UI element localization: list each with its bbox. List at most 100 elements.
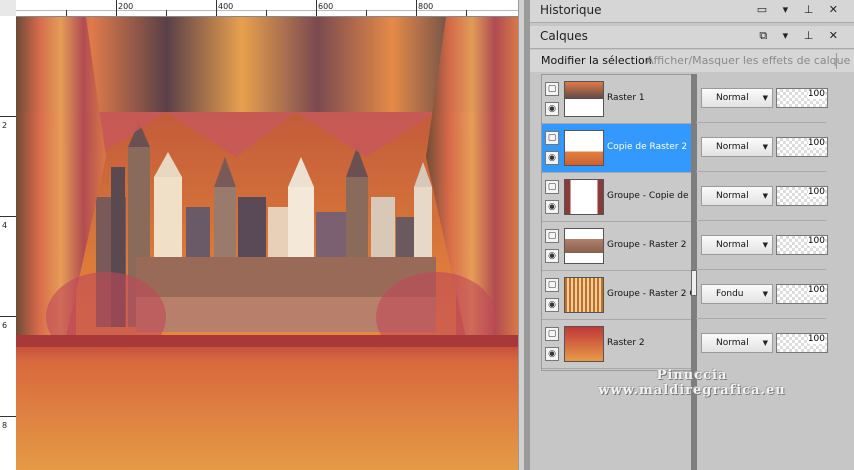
opacity-value: 100: [807, 334, 825, 344]
layer-type-icon[interactable]: ▢: [545, 229, 559, 243]
blend-mode-value: Fondu: [716, 289, 744, 299]
row-divider: [696, 122, 826, 123]
layer-row[interactable]: ▢ ◉ Raster 1: [542, 75, 692, 124]
toolbar-separator: [836, 53, 837, 69]
history-panel-header[interactable]: Historique ▭ ▾ ⊥ ✕: [530, 0, 854, 23]
row-divider: [696, 171, 826, 172]
layer-props-row: Fondu ▼ 100: [696, 270, 828, 318]
layer-row[interactable]: ▢ ◉ Raster 2: [542, 320, 692, 369]
canvas-area[interactable]: 200 400 600 800 2 4 6 8: [0, 0, 525, 470]
layer-thumbnail: [564, 326, 604, 362]
ruler-corner: [0, 0, 17, 17]
blend-mode-select[interactable]: Normal ▼: [701, 333, 773, 353]
opacity-field[interactable]: 100: [776, 137, 828, 157]
ruler-label: 2: [2, 121, 8, 130]
layer-name: Raster 2: [607, 338, 645, 348]
layer-type-icon[interactable]: ▢: [545, 82, 559, 96]
layer-row[interactable]: ▢ ◉ Groupe - Copie de R: [542, 173, 692, 222]
dropdown-arrow-icon: ▼: [762, 143, 768, 151]
dropdown-arrow-icon: ▼: [762, 290, 768, 298]
layer-name: Groupe - Copie de R: [607, 191, 692, 201]
opacity-field[interactable]: 100: [776, 333, 828, 353]
layer-row[interactable]: ▢ ◉ Groupe - Raster 2: [542, 222, 692, 271]
side-panel: Historique ▭ ▾ ⊥ ✕ Calques ⧉ ▾ ⊥ ✕ Modif…: [530, 0, 854, 470]
layer-props-row: Normal ▼ 100: [696, 172, 828, 220]
layer-row[interactable]: ▢ ◉ Groupe - Raster 2 O: [542, 271, 692, 320]
ruler-label: 400: [218, 2, 234, 11]
blend-mode-value: Normal: [716, 338, 749, 348]
ruler-label: 800: [418, 2, 434, 11]
layer-name: Copie de Raster 2: [607, 142, 688, 152]
opacity-field[interactable]: 100: [776, 284, 828, 304]
opacity-value: 100: [807, 187, 825, 197]
layer-row[interactable]: ▢ ◉ Copie de Raster 2: [542, 124, 692, 173]
row-divider: [696, 318, 826, 319]
blend-mode-select[interactable]: Fondu ▼: [701, 284, 773, 304]
layer-type-icon[interactable]: ▢: [545, 180, 559, 194]
opacity-value: 100: [807, 236, 825, 246]
layer-thumbnail: [564, 277, 604, 313]
layer-thumbnail: [564, 81, 604, 117]
layer-name: Groupe - Raster 2 O: [607, 289, 692, 299]
blend-mode-select[interactable]: Normal ▼: [701, 186, 773, 206]
artwork-image[interactable]: [16, 17, 518, 470]
layers-toolbar: Modifier la sélection Afficher/Masquer l…: [530, 50, 854, 72]
history-panel-controls[interactable]: ▭ ▾ ⊥ ✕: [757, 3, 844, 16]
layer-props-row: Normal ▼ 100: [696, 123, 828, 171]
layer-props-row: Normal ▼ 100: [696, 319, 828, 367]
blend-mode-value: Normal: [716, 240, 749, 250]
edit-selection-button[interactable]: Modifier la sélection: [541, 54, 652, 67]
opacity-field[interactable]: 100: [776, 88, 828, 108]
toggle-layer-effects-button[interactable]: Afficher/Masquer les effets de calque: [646, 54, 850, 67]
watermark-author: Pinuccia: [656, 368, 728, 383]
layer-name: Raster 1: [607, 93, 645, 103]
row-divider: [696, 220, 826, 221]
blend-mode-value: Normal: [716, 142, 749, 152]
ruler-label: 600: [318, 2, 334, 11]
layers-panel-header[interactable]: Calques ⧉ ▾ ⊥ ✕: [530, 26, 854, 49]
layer-type-icon[interactable]: ▢: [545, 278, 559, 292]
ruler-horizontal: 200 400 600 800: [16, 0, 518, 17]
eye-icon[interactable]: ◉: [545, 347, 559, 361]
layer-name: Groupe - Raster 2: [607, 240, 687, 250]
layer-list: ▢ ◉ Raster 1 ▢ ◉ Copie de Raster 2 ▢ ◉ G…: [541, 74, 693, 371]
blend-mode-select[interactable]: Normal ▼: [701, 235, 773, 255]
dropdown-arrow-icon: ▼: [762, 339, 768, 347]
eye-icon[interactable]: ◉: [545, 249, 559, 263]
ruler-label: 8: [2, 421, 8, 430]
blend-mode-value: Normal: [716, 93, 749, 103]
eye-icon[interactable]: ◉: [545, 298, 559, 312]
blend-mode-value: Normal: [716, 191, 749, 201]
ruler-vertical: 2 4 6 8: [0, 16, 17, 470]
watermark: Pinuccia www.maldiregrafica.eu: [530, 368, 854, 398]
layers-panel-controls[interactable]: ⧉ ▾ ⊥ ✕: [759, 29, 844, 43]
opacity-value: 100: [807, 89, 825, 99]
layer-thumbnail: [564, 130, 604, 166]
ruler-label: 4: [2, 221, 8, 230]
eye-icon[interactable]: ◉: [545, 200, 559, 214]
opacity-field[interactable]: 100: [776, 235, 828, 255]
history-panel-title: Historique: [540, 3, 602, 17]
artwork-svg: [16, 17, 518, 470]
layer-thumbnail: [564, 228, 604, 264]
ruler-label: 200: [118, 2, 134, 11]
opacity-field[interactable]: 100: [776, 186, 828, 206]
layers-panel-title: Calques: [540, 29, 588, 43]
blend-mode-select[interactable]: Normal ▼: [701, 88, 773, 108]
eye-icon[interactable]: ◉: [545, 151, 559, 165]
layer-props-row: Normal ▼ 100: [696, 221, 828, 269]
layer-properties: Normal ▼ 100 Normal ▼ 100 Normal ▼ 100 Norm…: [696, 74, 828, 369]
eye-icon[interactable]: ◉: [545, 102, 559, 116]
blend-mode-select[interactable]: Normal ▼: [701, 137, 773, 157]
layer-type-icon[interactable]: ▢: [545, 131, 559, 145]
ruler-label: 6: [2, 321, 8, 330]
opacity-value: 100: [807, 285, 825, 295]
layer-type-icon[interactable]: ▢: [545, 327, 559, 341]
layer-props-row: Normal ▼ 100: [696, 74, 828, 122]
layer-thumbnail: [564, 179, 604, 215]
opacity-value: 100: [807, 138, 825, 148]
dropdown-arrow-icon: ▼: [762, 192, 768, 200]
row-divider: [696, 269, 826, 270]
watermark-url: www.maldiregrafica.eu: [598, 383, 786, 398]
dropdown-arrow-icon: ▼: [762, 94, 768, 102]
